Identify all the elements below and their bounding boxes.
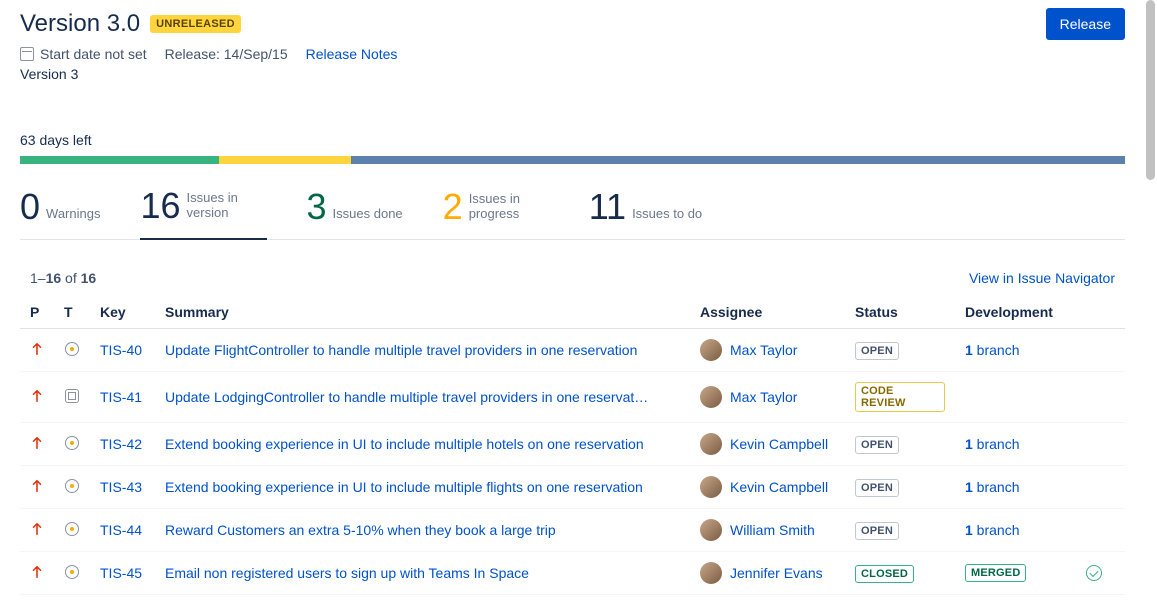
page-title: Version 3.0	[20, 10, 140, 38]
type-icon	[54, 329, 90, 372]
table-row: TIS-42 Extend booking experience in UI to…	[20, 423, 1125, 466]
stat-issues-progress-count: 2	[443, 189, 463, 225]
table-row: TIS-40 Update FlightController to handle …	[20, 329, 1125, 372]
start-date[interactable]: Start date not set	[20, 46, 147, 62]
stat-issues-todo-count: 11	[589, 189, 626, 225]
issue-key-link[interactable]: TIS-44	[100, 522, 142, 538]
stat-issues-done-count: 3	[307, 189, 327, 225]
assignee-link[interactable]: William Smith	[730, 522, 815, 538]
stat-issues-done-label: Issues done	[333, 206, 403, 225]
issue-summary-link[interactable]: Update FlightController to handle multip…	[165, 342, 637, 358]
stat-issues-todo[interactable]: 11 Issues to do	[589, 188, 702, 239]
priority-icon	[20, 509, 54, 552]
table-row: TIS-45Email non registered users to sign…	[20, 552, 1125, 595]
stat-issues-todo-label: Issues to do	[632, 206, 702, 225]
priority-icon	[20, 372, 54, 423]
merged-badge: MERGED	[965, 564, 1026, 582]
days-left-label: 63 days left	[20, 132, 1125, 148]
scrollbar-thumb[interactable]	[1146, 0, 1155, 180]
table-row: TIS-41 Update LodgingController to handle…	[20, 372, 1125, 423]
avatar	[700, 433, 722, 455]
avatar	[700, 476, 722, 498]
type-icon	[54, 552, 90, 595]
issue-summary-link[interactable]: Extend booking experience in UI to inclu…	[165, 436, 644, 452]
view-in-navigator-link[interactable]: View in Issue Navigator	[969, 270, 1115, 286]
start-date-label: Start date not set	[40, 46, 147, 62]
assignee-link[interactable]: Max Taylor	[730, 389, 797, 405]
col-key[interactable]: Key	[90, 296, 155, 329]
stat-issues-progress[interactable]: 2 Issues in progress	[443, 188, 549, 239]
table-row: TIS-44 Reward Customers an extra 5-10% wh…	[20, 509, 1125, 552]
type-icon	[54, 509, 90, 552]
avatar	[700, 519, 722, 541]
branch-link[interactable]: 1 branch	[965, 342, 1020, 358]
release-notes-link[interactable]: Release Notes	[306, 46, 398, 62]
col-priority[interactable]: P	[20, 296, 54, 329]
table-row: TIS-43 Extend booking experience in UI to…	[20, 466, 1125, 509]
progress-done-segment	[20, 156, 219, 164]
type-icon	[54, 372, 90, 423]
status-badge: OPEN	[855, 479, 899, 497]
progress-todo-segment	[351, 156, 1125, 164]
assignee-link[interactable]: Kevin Campbell	[730, 436, 828, 452]
col-status[interactable]: Status	[845, 296, 955, 329]
issue-key-link[interactable]: TIS-41	[100, 389, 142, 405]
type-icon	[54, 423, 90, 466]
stat-warnings[interactable]: 0 Warnings	[20, 188, 100, 239]
progress-inprogress-segment	[219, 156, 352, 164]
avatar	[700, 386, 722, 408]
avatar	[700, 562, 722, 584]
stat-warnings-label: Warnings	[46, 206, 100, 225]
branch-link[interactable]: 1 branch	[965, 522, 1020, 538]
priority-icon	[20, 329, 54, 372]
calendar-icon	[20, 47, 34, 61]
status-badge-unreleased: UNRELEASED	[150, 15, 241, 33]
stat-issues-version-count: 16	[140, 188, 180, 224]
status-badge: OPEN	[855, 522, 899, 540]
col-type[interactable]: T	[54, 296, 90, 329]
issues-table: P T Key Summary Assignee Status Developm…	[20, 296, 1125, 595]
pager-label: 1–16 of 16	[30, 270, 96, 286]
priority-icon	[20, 552, 54, 595]
priority-icon	[20, 466, 54, 509]
branch-link[interactable]: 1 branch	[965, 479, 1020, 495]
issue-summary-link[interactable]: Reward Customers an extra 5-10% when the…	[165, 522, 556, 538]
status-badge: OPEN	[855, 436, 899, 454]
issue-key-link[interactable]: TIS-43	[100, 479, 142, 495]
assignee-link[interactable]: Max Taylor	[730, 342, 797, 358]
stat-issues-done[interactable]: 3 Issues done	[307, 188, 403, 239]
progress-bar	[20, 156, 1125, 164]
stat-issues-version[interactable]: 16 Issues in version	[140, 188, 266, 240]
stat-issues-version-label: Issues in version	[187, 190, 267, 224]
version-description: Version 3	[20, 66, 1125, 82]
status-badge: CODE REVIEW	[855, 382, 945, 412]
col-summary[interactable]: Summary	[155, 296, 690, 329]
stat-issues-progress-label: Issues in progress	[469, 191, 549, 225]
branch-link[interactable]: 1 branch	[965, 436, 1020, 452]
status-badge: OPEN	[855, 342, 899, 360]
assignee-link[interactable]: Kevin Campbell	[730, 479, 828, 495]
type-icon	[54, 466, 90, 509]
issue-key-link[interactable]: TIS-42	[100, 436, 142, 452]
release-button[interactable]: Release	[1046, 8, 1125, 40]
col-assignee[interactable]: Assignee	[690, 296, 845, 329]
status-badge: CLOSED	[855, 565, 914, 583]
avatar	[700, 339, 722, 361]
issue-summary-link[interactable]: Update LodgingController to handle multi…	[165, 389, 648, 405]
release-date: Release: 14/Sep/15	[165, 46, 288, 62]
issue-summary-link[interactable]: Extend booking experience in UI to inclu…	[165, 479, 643, 495]
priority-icon	[20, 423, 54, 466]
col-development[interactable]: Development	[955, 296, 1125, 329]
issue-key-link[interactable]: TIS-40	[100, 342, 142, 358]
stat-warnings-count: 0	[20, 189, 40, 225]
